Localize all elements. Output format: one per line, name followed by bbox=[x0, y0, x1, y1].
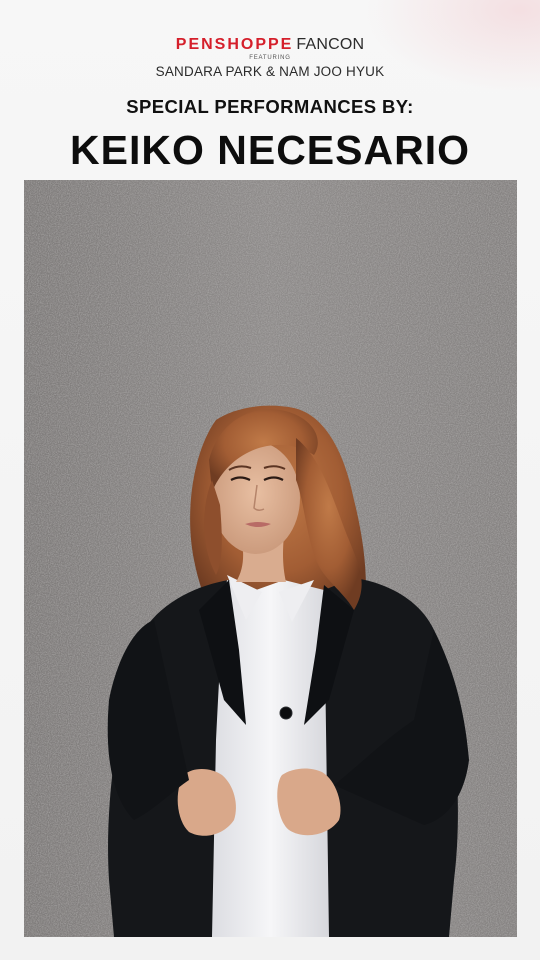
featuring-label: FEATURING bbox=[249, 55, 291, 61]
performer-name: KEIKO NECESARIO bbox=[70, 127, 470, 173]
special-performances-heading: SPECIAL PERFORMANCES BY: bbox=[126, 96, 414, 117]
featured-artists: SANDARA PARK & NAM JOO HYUK bbox=[155, 64, 385, 79]
brand-name: PENSHOPPE bbox=[175, 36, 294, 53]
performer-photo bbox=[24, 180, 517, 937]
portrait-illustration bbox=[24, 180, 517, 937]
event-name: FANCON bbox=[296, 36, 365, 53]
event-title: PENSHOPPE FANCON bbox=[0, 36, 540, 54]
